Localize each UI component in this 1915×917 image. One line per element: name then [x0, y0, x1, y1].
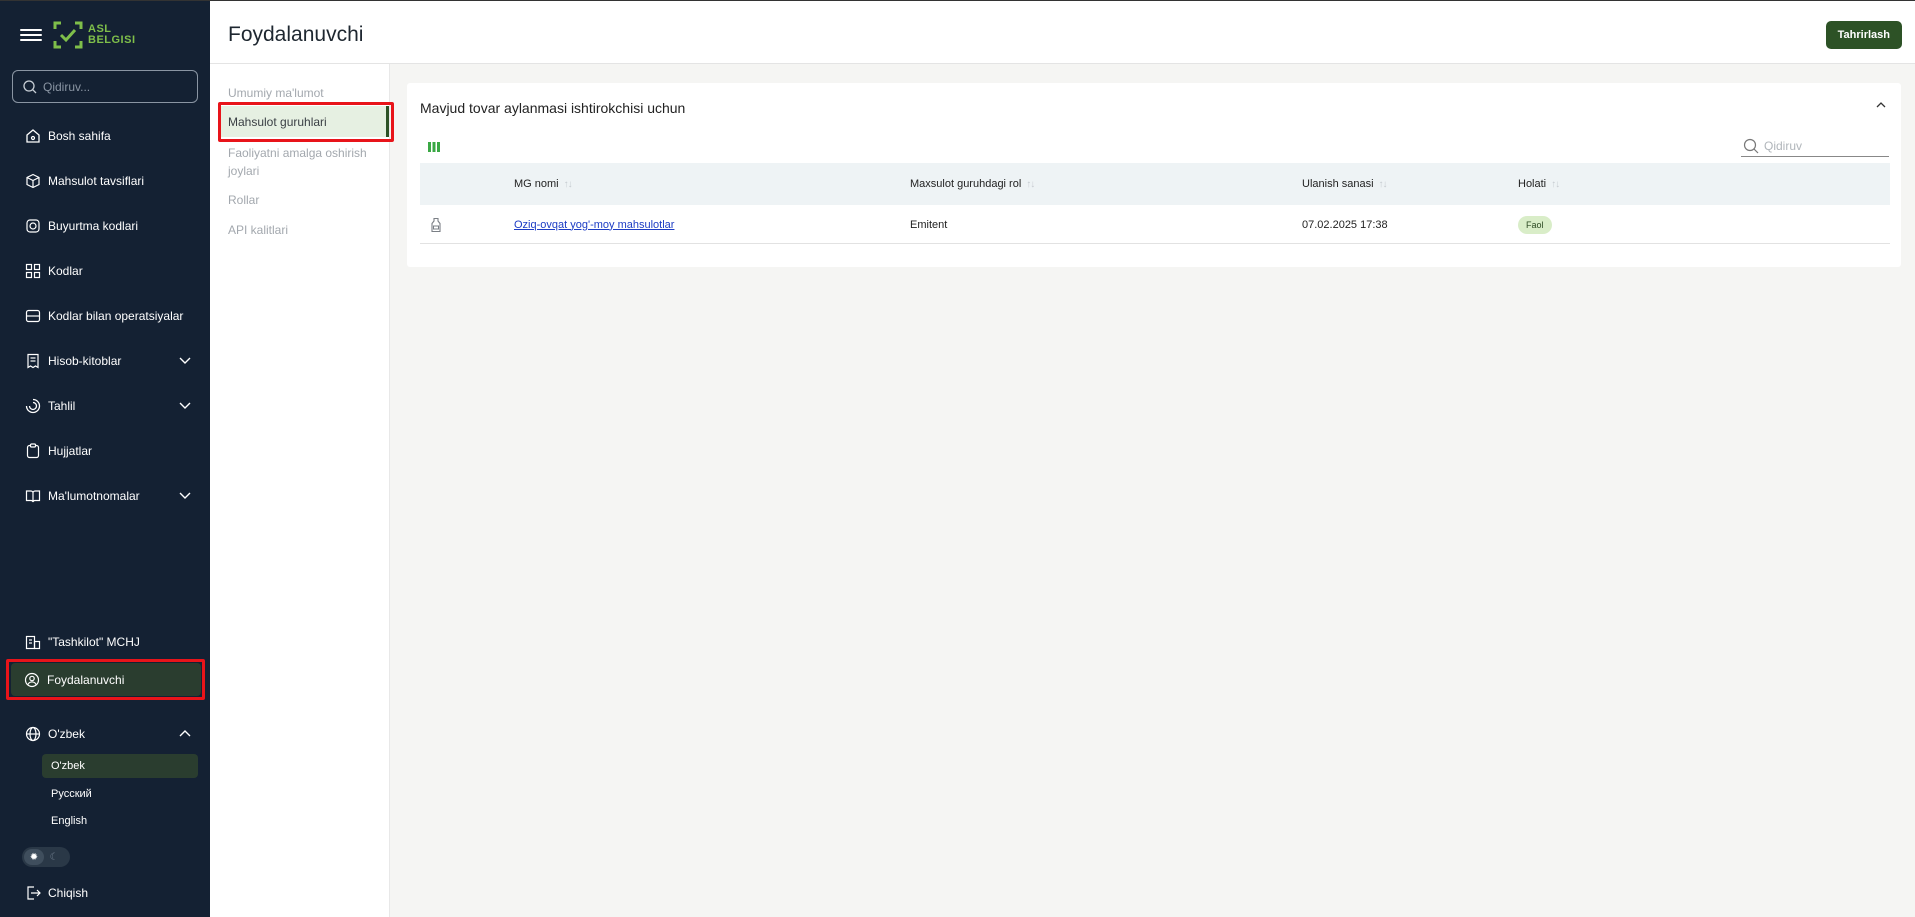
globe-icon	[24, 725, 42, 743]
logout-icon	[24, 884, 42, 902]
page-title: Foydalanuvchi	[228, 23, 364, 46]
column-header-role[interactable]: Maxsulot guruhdagi rol ↑↓	[910, 163, 1035, 205]
sidebar-item-documents[interactable]: Hujjatlar	[0, 428, 210, 473]
tab-activity-places[interactable]: Faoliyatni amalga oshirish joylari	[228, 144, 383, 180]
sidebar-item-code-operations[interactable]: Kodlar bilan operatsiyalar	[0, 293, 210, 338]
tab-api-keys[interactable]: API kalitlari	[228, 221, 288, 239]
book-icon	[24, 487, 42, 505]
column-header-label: Holati	[1518, 178, 1547, 190]
sidebar-search-input[interactable]	[43, 79, 183, 94]
logout-label: Chiqish	[48, 886, 89, 900]
card-title: Mavjud tovar aylanmasi ishtirokchisi uch…	[420, 100, 686, 116]
sun-icon[interactable]: ✹	[24, 849, 44, 865]
chevron-up-icon[interactable]	[1875, 99, 1887, 111]
columns-icon[interactable]	[427, 141, 441, 153]
food-product-icon	[429, 205, 443, 244]
sidebar-item-organization[interactable]: "Tashkilot" MCHJ	[0, 624, 210, 660]
sort-icon[interactable]: ↑↓	[1026, 179, 1035, 190]
sidebar-item-label: Kodlar	[48, 263, 83, 278]
analytics-icon	[24, 397, 42, 415]
table-search[interactable]	[1741, 135, 1889, 157]
building-icon	[24, 633, 42, 651]
chevron-up-icon	[179, 730, 191, 737]
language-selector[interactable]: O'zbek	[0, 716, 210, 752]
logo-text: ASL BELGISI	[88, 24, 136, 46]
date-cell: 07.02.2025 17:38	[1302, 218, 1388, 231]
sidebar-item-codes[interactable]: Kodlar	[0, 248, 210, 293]
sidebar-item-label: Bosh sahifa	[48, 128, 111, 143]
edit-button[interactable]: Tahrirlash	[1825, 21, 1902, 49]
organization-label: "Tashkilot" MCHJ	[48, 635, 140, 649]
cube-icon	[24, 172, 42, 190]
chevron-down-icon	[179, 402, 191, 409]
theme-toggle[interactable]: ✹ ☾	[22, 847, 70, 867]
column-header-label: Ulanish sanasi	[1302, 178, 1374, 190]
operations-icon	[24, 307, 42, 325]
sidebar-item-billing[interactable]: Hisob-kitoblar	[0, 338, 210, 383]
search-icon	[1743, 138, 1759, 153]
sort-icon[interactable]: ↑↓	[1379, 179, 1388, 190]
sidebar-item-label: Ma'lumotnomalar	[48, 488, 140, 503]
sidebar-item-user[interactable]: Foydalanuvchi	[11, 663, 201, 696]
sidebar-item-label: Buyurtma kodlari	[48, 218, 139, 233]
status-badge: Faol	[1518, 215, 1552, 234]
sort-icon[interactable]: ↑↓	[1551, 179, 1560, 190]
table-row: Oziq-ovqat yog'-moy mahsulotlar Emitent …	[420, 205, 1890, 244]
language-option-english[interactable]: English	[42, 809, 198, 833]
sidebar-item-label: Mahsulot tavsiflari	[48, 173, 145, 188]
logo-mark-icon	[53, 21, 83, 49]
sidebar-item-product-descriptions[interactable]: Mahsulot tavsiflari	[0, 158, 210, 203]
column-header-mg-name[interactable]: MG nomi ↑↓	[514, 163, 573, 205]
column-header-label: MG nomi	[514, 178, 559, 190]
order-codes-icon	[24, 217, 42, 235]
menu-icon[interactable]	[20, 26, 42, 44]
logout-button[interactable]: Chiqish	[0, 875, 210, 911]
column-header-connection-date[interactable]: Ulanish sanasi ↑↓	[1302, 163, 1388, 205]
sidebar-search[interactable]	[12, 70, 198, 103]
sort-icon[interactable]: ↑↓	[564, 179, 573, 190]
chevron-down-icon	[179, 492, 191, 499]
sidebar-item-label: Kodlar bilan operatsiyalar	[48, 308, 184, 323]
sidebar-item-label: Hisob-kitoblar	[48, 353, 122, 368]
logo[interactable]: ASL BELGISI	[52, 19, 136, 51]
role-cell: Emitent	[910, 218, 948, 231]
receipt-icon	[24, 352, 42, 370]
sidebar-item-home[interactable]: Bosh sahifa	[0, 113, 210, 158]
sidebar-header: ASL BELGISI	[20, 19, 136, 51]
tab-roles[interactable]: Rollar	[228, 191, 259, 209]
moon-icon[interactable]: ☾	[44, 849, 64, 865]
product-groups-card: Mavjud tovar aylanmasi ishtirokchisi uch…	[407, 83, 1901, 267]
table-header: MG nomi ↑↓ Maxsulot guruhdagi rol ↑↓ Ulani…	[420, 163, 1890, 205]
profile-subnav: Umumiy ma'lumot Faoliyatni amalga oshiri…	[210, 64, 390, 917]
user-icon	[23, 671, 41, 689]
sidebar-nav: Bosh sahifa Mahsulot tavsiflari Buyurtma…	[0, 113, 210, 518]
sidebar-item-label: Tahlil	[48, 398, 76, 413]
search-icon	[23, 79, 37, 93]
chevron-down-icon	[179, 357, 191, 364]
tab-general-info[interactable]: Umumiy ma'lumot	[228, 84, 324, 102]
documents-icon	[24, 442, 42, 460]
sidebar-item-analytics[interactable]: Tahlil	[0, 383, 210, 428]
sidebar-item-order-codes[interactable]: Buyurtma kodlari	[0, 203, 210, 248]
codes-icon	[24, 262, 42, 280]
sidebar: ASL BELGISI Bosh sahifa Mahsulot tavsifl…	[0, 0, 210, 917]
column-header-status[interactable]: Holati ↑↓	[1518, 163, 1560, 205]
table-search-input[interactable]	[1764, 138, 1879, 153]
column-header-label: Maxsulot guruhdagi rol	[910, 178, 1022, 190]
sidebar-item-label: Hujjatlar	[48, 443, 93, 458]
home-icon	[24, 127, 42, 145]
language-label: O'zbek	[48, 727, 85, 741]
tab-product-groups[interactable]: Mahsulot guruhlari	[220, 106, 389, 137]
language-option-russian[interactable]: Русский	[42, 782, 198, 806]
product-group-link[interactable]: Oziq-ovqat yog'-moy mahsulotlar	[514, 219, 674, 231]
user-label: Foydalanuvchi	[47, 672, 125, 687]
page-header: Foydalanuvchi Tahrirlash	[210, 0, 1915, 64]
sidebar-item-references[interactable]: Ma'lumotnomalar	[0, 473, 210, 518]
logo-text-line-2: BELGISI	[88, 34, 136, 46]
language-option-uzbek[interactable]: O'zbek	[42, 754, 198, 778]
